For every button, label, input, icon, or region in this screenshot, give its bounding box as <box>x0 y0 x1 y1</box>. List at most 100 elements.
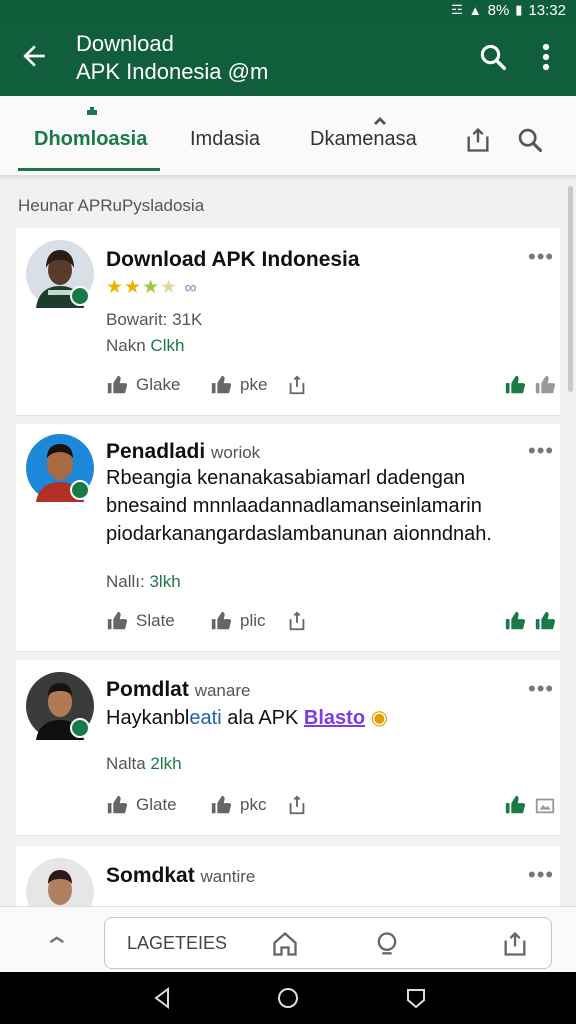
star-half-icon: ★ <box>142 277 161 298</box>
tab-imdasia[interactable]: Imdasia <box>190 128 260 151</box>
avatar[interactable] <box>26 240 94 308</box>
section-label: Heunar APRuPysladosia <box>18 196 205 215</box>
emoji-icon: ◉ <box>370 707 389 729</box>
tab-indicator <box>18 168 160 171</box>
search-icon[interactable] <box>478 42 508 72</box>
tab-dkamenasa[interactable]: Dkamenasa <box>310 128 417 151</box>
author-handle: wantire <box>200 867 256 886</box>
post-meta: Nalta 2lkh <box>106 754 182 774</box>
chat-icon[interactable] <box>373 930 401 958</box>
author-name: Pomdlat <box>106 678 189 701</box>
post-meta: Nallı: 3lkh <box>106 572 181 592</box>
body-text: Haykanbl <box>106 707 190 729</box>
post-meta: Bowarit: 31K <box>106 310 203 329</box>
share-icon <box>289 375 305 395</box>
dislike-label: pkc <box>240 795 267 814</box>
thumbs-down-icon <box>211 795 232 814</box>
thumbs-up-filled-icon[interactable] <box>534 610 556 632</box>
more-horiz-icon[interactable]: ••• <box>528 676 554 702</box>
avatar[interactable] <box>26 858 94 906</box>
star-icon: ★★ <box>106 277 143 298</box>
meta-prefix: Nakn <box>106 336 151 355</box>
post-actions: Glate pkc <box>106 794 556 824</box>
meta-value: 2lkh <box>150 754 182 773</box>
more-horiz-icon[interactable]: ••• <box>528 862 554 888</box>
image-icon[interactable] <box>534 794 556 816</box>
share-icon <box>289 795 305 815</box>
share-button[interactable] <box>286 794 308 816</box>
reaction-group <box>504 374 556 396</box>
share-icon[interactable] <box>501 930 529 958</box>
reaction-group <box>504 610 556 632</box>
nav-home-icon[interactable] <box>276 986 300 1010</box>
meta-prefix: Nallı: <box>106 572 150 591</box>
thumbs-up-icon <box>107 375 128 394</box>
search-icon[interactable] <box>516 126 544 154</box>
status-bar: ☲ ▲ 8% ▮ 13:32 <box>0 0 576 20</box>
chevron-left-icon[interactable] <box>46 927 72 953</box>
post-title: Download APK Indonesia <box>106 248 360 271</box>
avatar[interactable] <box>26 672 94 740</box>
app-bar: Download APK Indonesia @m <box>0 20 576 96</box>
thumbs-down-icon <box>211 375 232 394</box>
post-card[interactable]: Download APK Indonesia ••• ★★★★ ∞ Bowari… <box>16 228 560 416</box>
meta-prefix: Nalta <box>106 754 151 773</box>
verified-badge-icon <box>70 480 90 500</box>
share-button[interactable] <box>286 610 308 632</box>
pill-label[interactable]: LAGETEIES <box>127 933 227 954</box>
home-icon[interactable] <box>271 930 299 958</box>
bottom-pill: LAGETEIES <box>104 917 552 969</box>
more-vert-icon[interactable] <box>536 42 556 72</box>
avatar[interactable] <box>26 434 94 502</box>
like-button[interactable]: Glate <box>106 794 177 816</box>
like-button[interactable]: Glake <box>106 374 180 396</box>
clock: 13:32 <box>528 1 566 19</box>
green-thumb-icon[interactable] <box>504 374 526 396</box>
meta-value: 3lkh <box>149 572 181 591</box>
more-horiz-icon[interactable]: ••• <box>528 244 554 270</box>
battery-icon: ▮ <box>515 2 523 17</box>
post-author: Pomdlat wanare <box>106 678 250 702</box>
more-horiz-icon[interactable]: ••• <box>528 438 554 464</box>
dislike-button[interactable]: pke <box>210 374 267 396</box>
post-card[interactable]: Somdkat wantire ••• <box>16 846 560 906</box>
system-nav-bar <box>0 972 576 1024</box>
post-author: Penadladi woriok <box>106 440 260 464</box>
thumbs-down-icon <box>211 611 232 630</box>
post-card[interactable]: Pomdlat wanare ••• Haykanbleati ala APK … <box>16 660 560 836</box>
body-highlight: eati <box>189 707 222 729</box>
title-line-1: Download <box>76 31 174 56</box>
avatar-image <box>26 858 94 906</box>
green-thumb-icon[interactable] <box>504 794 526 816</box>
author-name: Penadladi <box>106 440 206 463</box>
post-body: Haykanbleati ala APK Blasto ◉ <box>106 704 526 732</box>
dislike-button[interactable]: plic <box>210 610 266 632</box>
body-link[interactable]: Blasto <box>304 707 365 729</box>
dislike-button[interactable]: pkc <box>210 794 266 816</box>
share-button[interactable] <box>286 374 308 396</box>
post-body: Rbeangia kenanakasabiamarl dadengan bnes… <box>106 467 492 545</box>
dislike-label: plic <box>240 611 266 630</box>
title-line-2: APK Indonesia @m <box>76 59 269 84</box>
like-label: Slate <box>136 611 175 630</box>
like-button[interactable]: Slate <box>106 610 175 632</box>
bottom-toolbar: LAGETEIES <box>0 906 576 972</box>
share-icon[interactable] <box>464 126 492 154</box>
tab-dhomloasia[interactable]: Dhomloasia <box>34 128 147 151</box>
rating-stars: ★★★★ ∞ <box>106 276 198 299</box>
nav-back-icon[interactable] <box>150 986 174 1010</box>
scrollbar[interactable] <box>568 186 573 392</box>
body-text: ala APK <box>221 707 304 729</box>
tab-badge-icon <box>87 107 97 115</box>
post-actions: Glake pke <box>106 374 556 404</box>
post-card[interactable]: Penadladi woriok ••• Rbeangia kenanakasa… <box>16 424 560 652</box>
thumbs-up-icon <box>107 795 128 814</box>
green-thumb-icon[interactable] <box>504 610 526 632</box>
thumbs-up-outline-icon[interactable] <box>534 374 556 396</box>
nav-recents-icon[interactable] <box>404 986 428 1010</box>
back-arrow-icon[interactable] <box>18 40 50 72</box>
verified-badge-icon <box>70 286 90 306</box>
wifi-icon: ☲ <box>451 2 463 17</box>
author-handle: wanare <box>194 681 251 700</box>
tab-badge-icon <box>374 117 386 125</box>
